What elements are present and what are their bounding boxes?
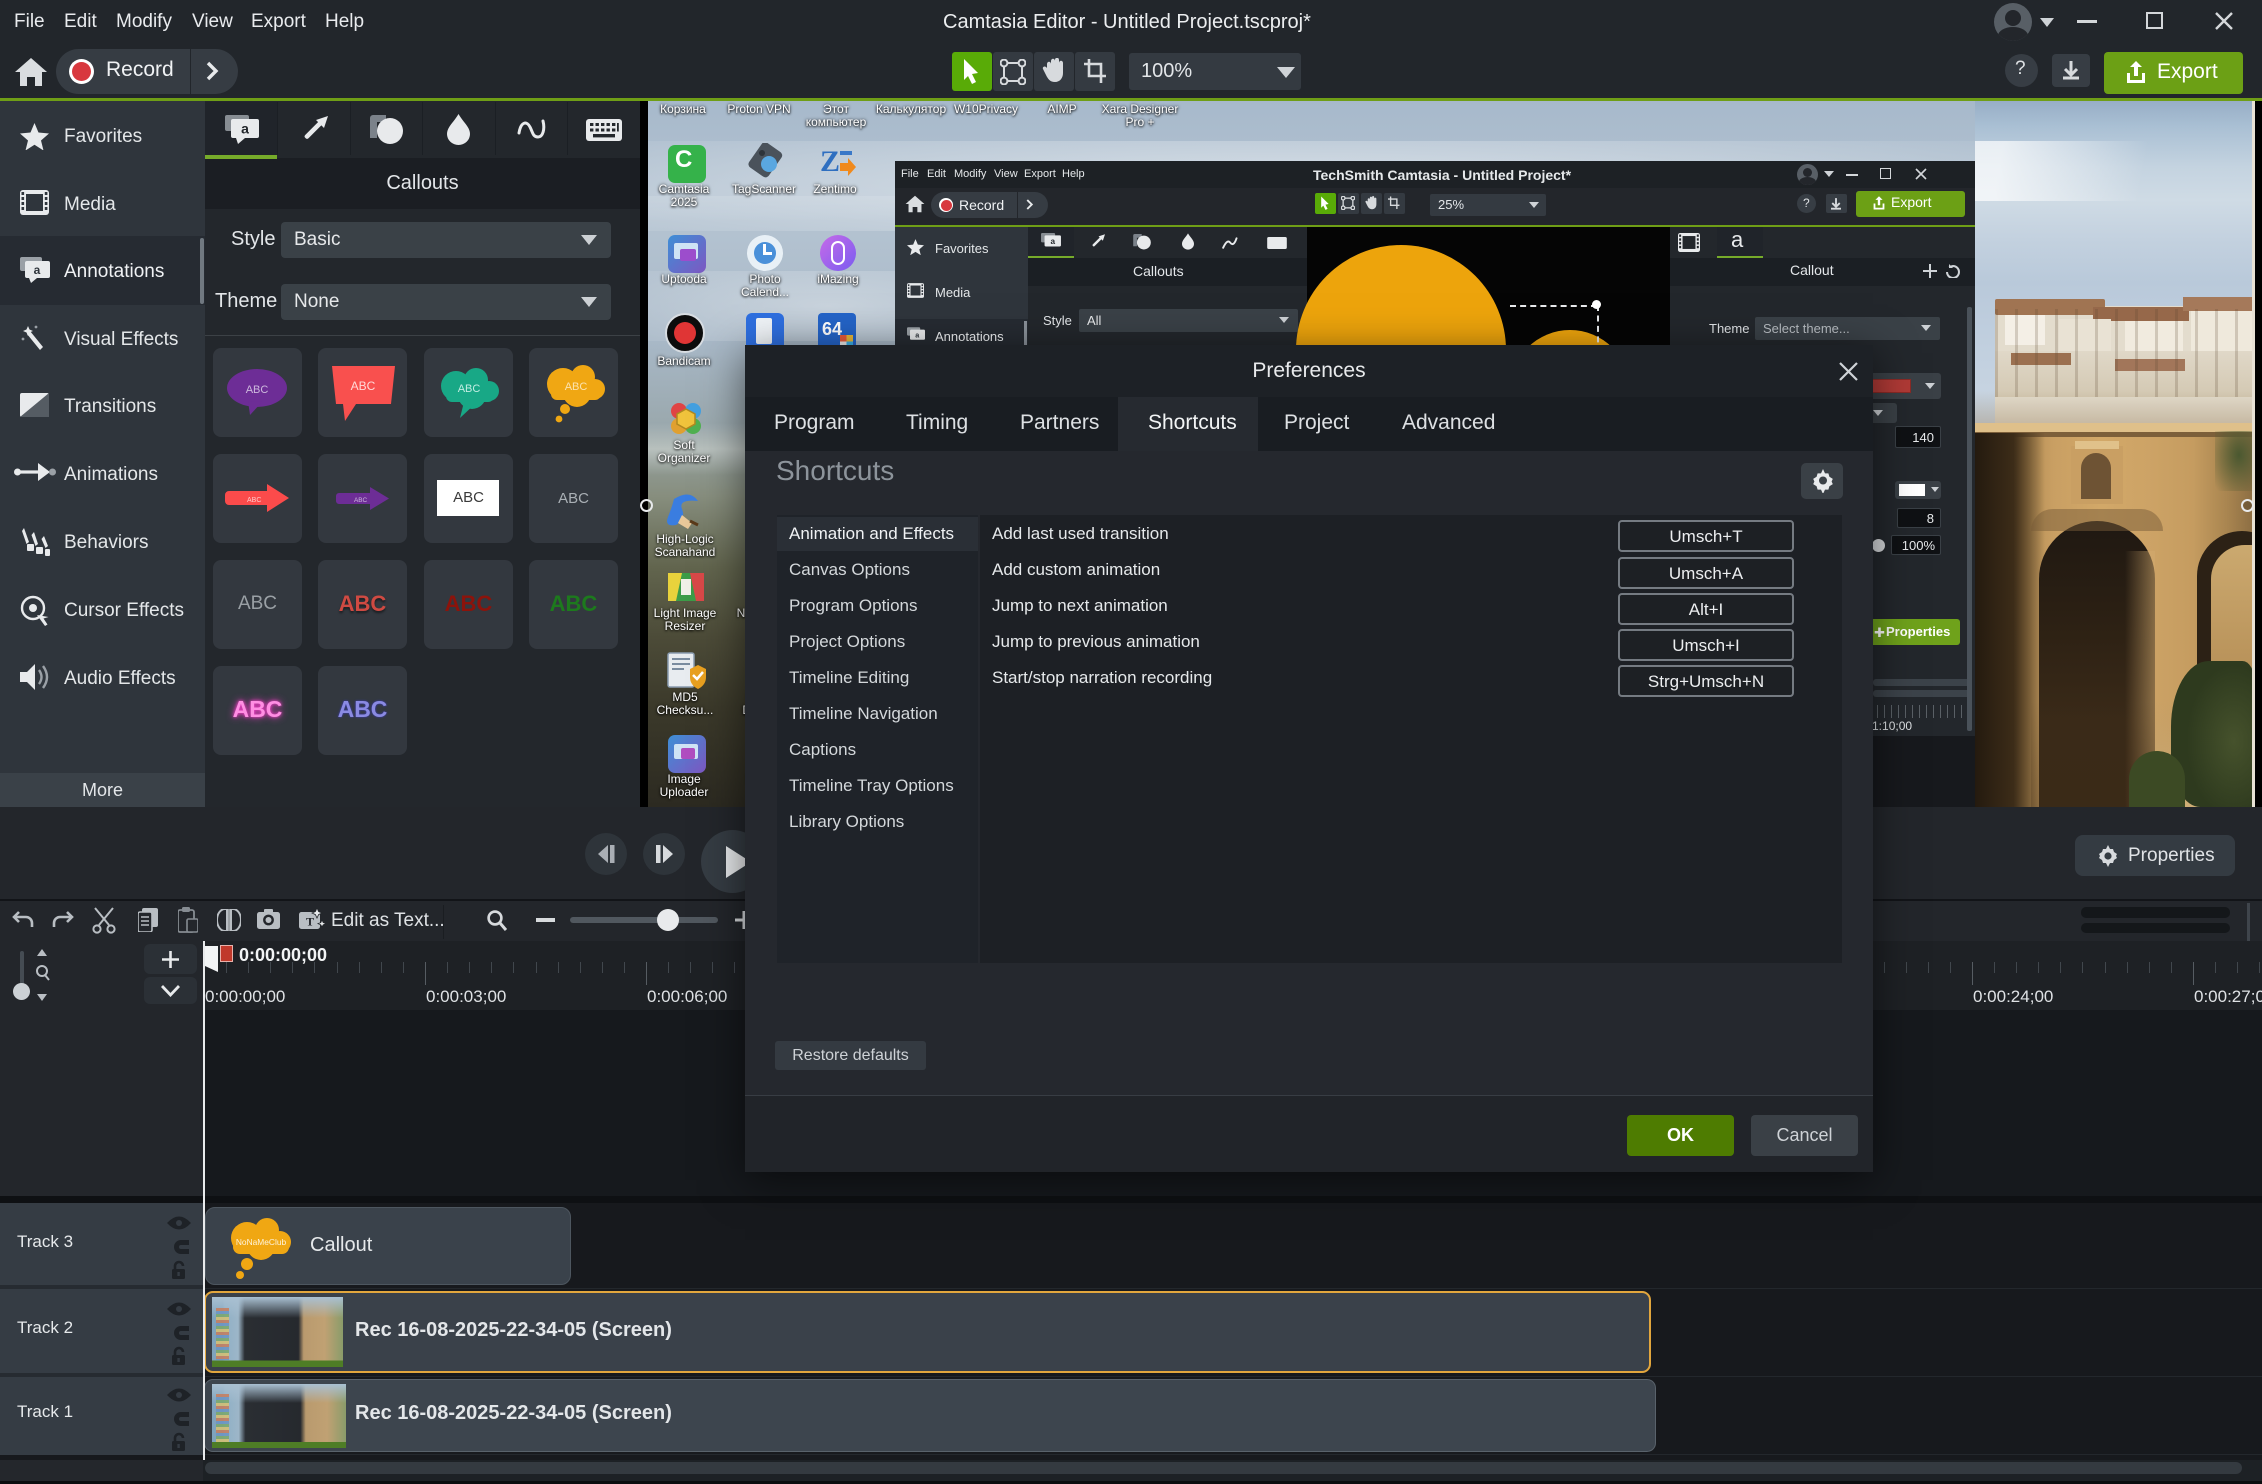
svg-text:ABC: ABC	[565, 381, 588, 393]
svg-text:ABC: ABC	[458, 383, 481, 395]
svg-text:ABC: ABC	[354, 497, 368, 504]
svg-text:Z: Z	[820, 145, 840, 178]
svg-text:ABC: ABC	[246, 384, 269, 396]
svg-text:NoNaMeClub: NoNaMeClub	[236, 1237, 287, 1247]
svg-text:ABC: ABC	[351, 379, 376, 393]
svg-text:a: a	[1050, 237, 1055, 246]
svg-text:T: T	[306, 915, 314, 929]
svg-text:a: a	[241, 121, 249, 137]
svg-text:ABC: ABC	[247, 497, 261, 504]
svg-text:a: a	[34, 263, 41, 277]
